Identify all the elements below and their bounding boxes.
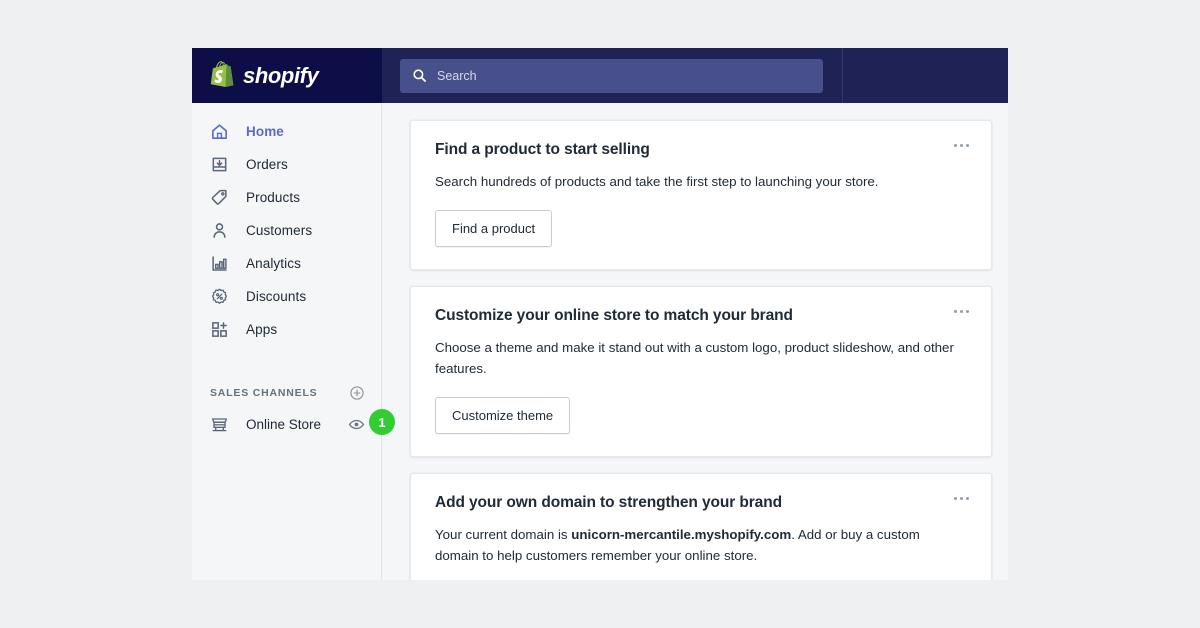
sidebar-item-label: Home [246, 124, 284, 139]
eye-icon[interactable] [348, 416, 365, 433]
customers-person-icon [210, 221, 229, 240]
sidebar-item-apps[interactable]: Apps [192, 313, 381, 346]
analytics-bar-chart-icon [210, 254, 229, 273]
orders-inbox-icon [210, 155, 229, 174]
sidebar-item-orders[interactable]: Orders [192, 148, 381, 181]
sidebar-item-discounts[interactable]: Discounts [192, 280, 381, 313]
card-body-text: Choose a theme and make it stand out wit… [435, 339, 954, 377]
card-title: Add your own domain to strengthen your b… [435, 493, 782, 511]
card-body: Choose a theme and make it stand out wit… [435, 337, 967, 380]
search-area: Search [382, 48, 843, 103]
sidebar-item-label: Products [246, 190, 301, 205]
sales-channels-header: SALES CHANNELS [192, 378, 381, 408]
sidebar-item-customers[interactable]: Customers [192, 214, 381, 247]
callout-badge-1: 1 [369, 409, 395, 435]
apps-grid-plus-icon [210, 320, 229, 339]
home-icon [210, 122, 229, 141]
sidebar-item-label: Orders [246, 157, 288, 172]
top-bar: shopify Search [192, 48, 1008, 103]
shopify-wordmark: shopify [243, 62, 319, 88]
search-input[interactable]: Search [400, 58, 823, 93]
card-body-text: Search hundreds of products and take the… [435, 174, 879, 189]
sidebar-item-products[interactable]: Products [192, 181, 381, 214]
main-content: Find a product to start selling Search h… [382, 103, 1008, 580]
search-placeholder: Search [437, 68, 477, 83]
card-body: Your current domain is unicorn-mercantil… [435, 524, 967, 567]
discounts-percent-icon [210, 287, 229, 306]
products-tag-icon [210, 188, 229, 207]
shopify-bag-icon [210, 61, 234, 87]
sidebar-item-online-store[interactable]: Online Store [192, 408, 381, 441]
card-body-bold: unicorn-mercantile.myshopify.com [571, 526, 792, 542]
more-options-icon[interactable] [950, 140, 973, 151]
sidebar-item-label: Analytics [246, 256, 301, 271]
card-body: Search hundreds of products and take the… [435, 171, 967, 193]
card-title: Find a product to start selling [435, 141, 650, 158]
more-options-icon[interactable] [950, 493, 973, 504]
onboarding-card-find-product: Find a product to start selling Search h… [410, 120, 992, 270]
more-options-icon[interactable] [950, 306, 973, 317]
top-bar-right-zone [843, 48, 1008, 103]
onboarding-card-customize-store: Customize your online store to match you… [410, 285, 992, 457]
sales-channels-title: SALES CHANNELS [210, 387, 318, 399]
online-store-icon [210, 415, 229, 434]
find-a-product-button[interactable]: Find a product [435, 209, 553, 247]
shopify-admin-window: shopify Search Home Orders Products Cust… [192, 48, 1008, 580]
customize-theme-button[interactable]: Customize theme [435, 396, 571, 434]
sidebar: Home Orders Products Customers Analytics… [192, 103, 382, 580]
sidebar-item-analytics[interactable]: Analytics [192, 247, 381, 280]
sidebar-item-home[interactable]: Home [192, 115, 381, 148]
sidebar-item-label: Customers [246, 223, 313, 238]
card-title: Customize your online store to match you… [435, 306, 793, 324]
card-body-text: Your current domain is [435, 526, 572, 542]
sidebar-item-label: Discounts [246, 289, 307, 304]
sidebar-item-label: Online Store [246, 417, 322, 432]
shopify-logo[interactable]: shopify [192, 48, 382, 103]
onboarding-card-add-domain: Add your own domain to strengthen your b… [410, 472, 992, 580]
sidebar-item-label: Apps [246, 322, 278, 337]
search-icon [413, 69, 426, 82]
plus-circle-icon[interactable] [349, 385, 365, 401]
